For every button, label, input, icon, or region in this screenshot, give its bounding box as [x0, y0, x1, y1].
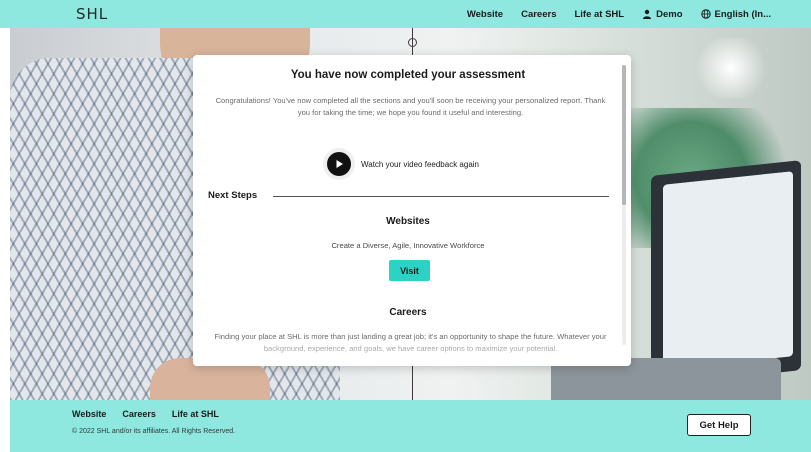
careers-heading: Careers [389, 307, 427, 318]
scrollbar-thumb[interactable] [622, 65, 626, 205]
top-nav: Website Careers Life at SHL Demo English… [467, 0, 771, 28]
timeline-dot [408, 38, 417, 47]
scroll-fade [193, 340, 623, 366]
nav-demo-label: Demo [656, 8, 683, 20]
bokeh-light [691, 38, 771, 98]
nav-website[interactable]: Website [467, 9, 503, 20]
next-steps-divider [273, 196, 609, 197]
footer-link-careers[interactable]: Careers [122, 409, 156, 419]
modal-intro-text: Congratulations! You've now completed al… [215, 96, 606, 117]
nav-careers[interactable]: Careers [521, 9, 556, 20]
modal-title: You have now completed your assessment [290, 69, 526, 81]
nav-language-label: English (In... [714, 8, 771, 20]
get-help-button[interactable]: Get Help [687, 414, 751, 436]
play-icon [336, 160, 343, 168]
websites-description: Create a Diverse, Agile, Innovative Work… [331, 241, 485, 250]
video-feedback-label[interactable]: Watch your video feedback again [361, 160, 479, 169]
footer-link-website[interactable]: Website [72, 409, 106, 419]
next-steps-heading: Next Steps [208, 190, 258, 201]
footer-link-life-at-shl[interactable]: Life at SHL [172, 409, 219, 419]
modal-scrollbar[interactable] [622, 65, 626, 345]
nav-language[interactable]: English (In... [700, 8, 771, 20]
shl-logo[interactable]: SHL [76, 5, 108, 23]
globe-icon [700, 9, 711, 19]
person-icon [643, 9, 652, 19]
copyright-text: © 2022 SHL and/or its affiliates. All Ri… [72, 428, 236, 435]
page-footer: Website Careers Life at SHL © 2022 SHL a… [10, 400, 811, 452]
laptop-screen [663, 171, 793, 370]
footer-links: Website Careers Life at SHL [72, 409, 219, 419]
websites-heading: Websites [386, 216, 430, 227]
video-feedback-row[interactable]: Watch your video feedback again [327, 152, 479, 176]
visit-button[interactable]: Visit [389, 260, 430, 281]
nav-demo[interactable]: Demo [642, 8, 683, 20]
nav-life-at-shl[interactable]: Life at SHL [574, 9, 624, 20]
top-header: SHL Website Careers Life at SHL Demo Eng… [0, 0, 811, 28]
play-button[interactable] [327, 152, 351, 176]
completion-modal: You have now completed your assessment C… [193, 55, 631, 366]
